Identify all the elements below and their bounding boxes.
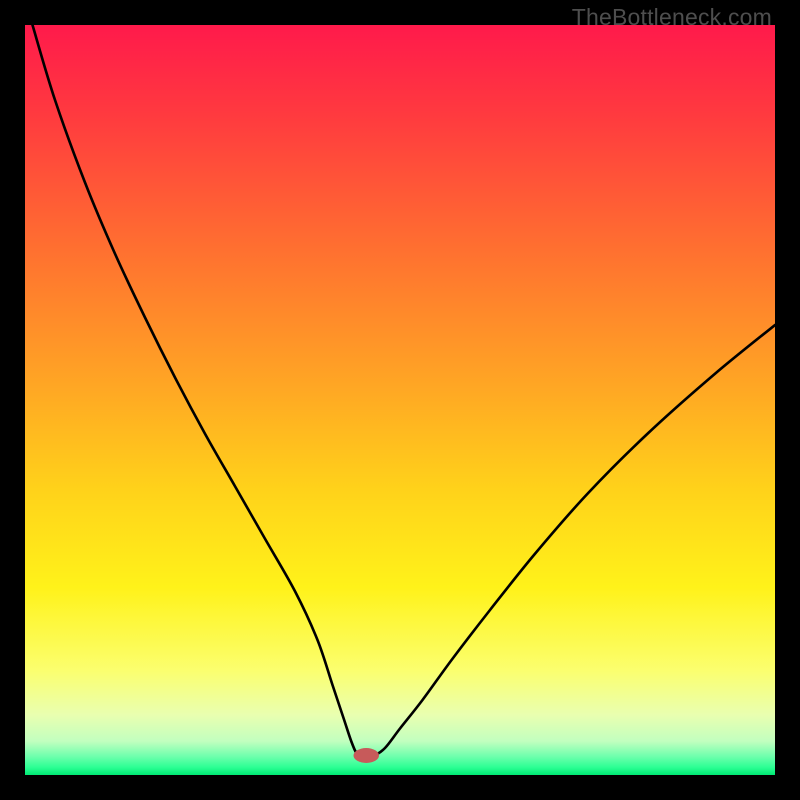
optimal-marker <box>354 748 380 763</box>
chart-frame <box>25 25 775 775</box>
chart-marker-layer <box>25 25 775 775</box>
